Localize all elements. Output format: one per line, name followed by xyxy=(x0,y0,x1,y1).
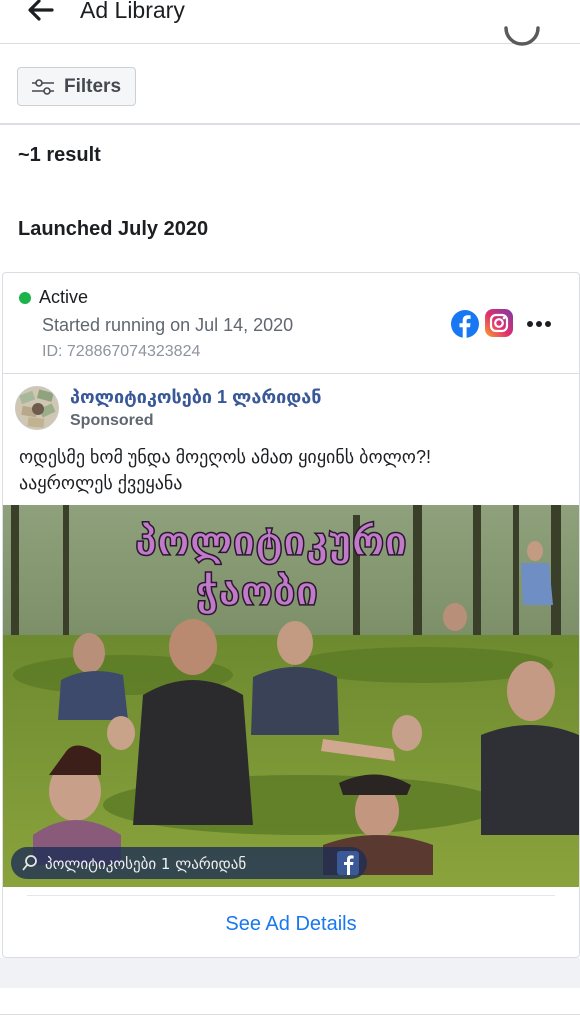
divider xyxy=(3,373,579,374)
ad-body-line: ააყროლეს ქვეყანა xyxy=(19,473,183,493)
launch-section-heading: Launched July 2020 xyxy=(18,218,209,240)
ad-body-text: ოდესმე ხომ უნდა მოეღოს ამათ ყიყინს ბოლო?… xyxy=(19,444,559,496)
status-row: Active xyxy=(19,287,88,308)
loading-spinner-icon xyxy=(504,26,540,46)
ad-body-line: ოდესმე ხომ უნდა მოეღოს ამათ ყიყინს ბოლო?… xyxy=(19,447,431,467)
dot-icon xyxy=(527,321,533,327)
avatar-image xyxy=(16,387,58,429)
back-button[interactable] xyxy=(22,0,58,26)
see-ad-details-link[interactable]: See Ad Details xyxy=(3,913,579,936)
ad-creative-image[interactable]: პოლიტიკური ჭაობი პოლიტიკოსები 1 ლარიდან xyxy=(3,505,579,887)
active-status-dot xyxy=(19,291,31,304)
arrow-left-icon xyxy=(28,0,54,21)
ad-id: ID: 728867074323824 xyxy=(42,343,201,360)
start-date: Started running on Jul 14, 2020 xyxy=(42,315,294,335)
filters-label: Filters xyxy=(64,75,122,97)
top-bar: Ad Library xyxy=(0,0,580,46)
sponsored-label: Sponsored xyxy=(70,412,154,429)
sliders-icon xyxy=(32,78,54,95)
filters-button[interactable]: Filters xyxy=(17,67,136,106)
facebook-icon xyxy=(451,310,479,338)
dot-icon xyxy=(536,321,542,327)
page-title: Ad Library xyxy=(80,0,185,23)
image-title-line2: ჭაობი xyxy=(196,569,318,615)
more-options-button[interactable] xyxy=(524,309,554,339)
dot-icon xyxy=(545,321,551,327)
page-avatar[interactable] xyxy=(15,386,59,430)
divider xyxy=(27,895,555,896)
result-count: ~1 result xyxy=(18,144,101,166)
page-name-link[interactable]: პოლიტიკოსები 1 ლარიდან xyxy=(70,387,322,408)
instagram-icon xyxy=(485,309,513,337)
swamp-collage-image: პოლიტიკური ჭაობი პოლიტიკოსები 1 ლარიდან xyxy=(3,505,579,887)
image-watermark: პოლიტიკოსები 1 ლარიდან xyxy=(45,855,246,873)
page-footer-band xyxy=(0,958,580,988)
divider xyxy=(0,123,580,125)
ad-card: Active Started running on Jul 14, 2020 I… xyxy=(2,272,580,958)
image-title-line1: პოლიტიკური xyxy=(135,519,407,565)
status-label: Active xyxy=(39,287,89,307)
divider xyxy=(0,1014,580,1015)
